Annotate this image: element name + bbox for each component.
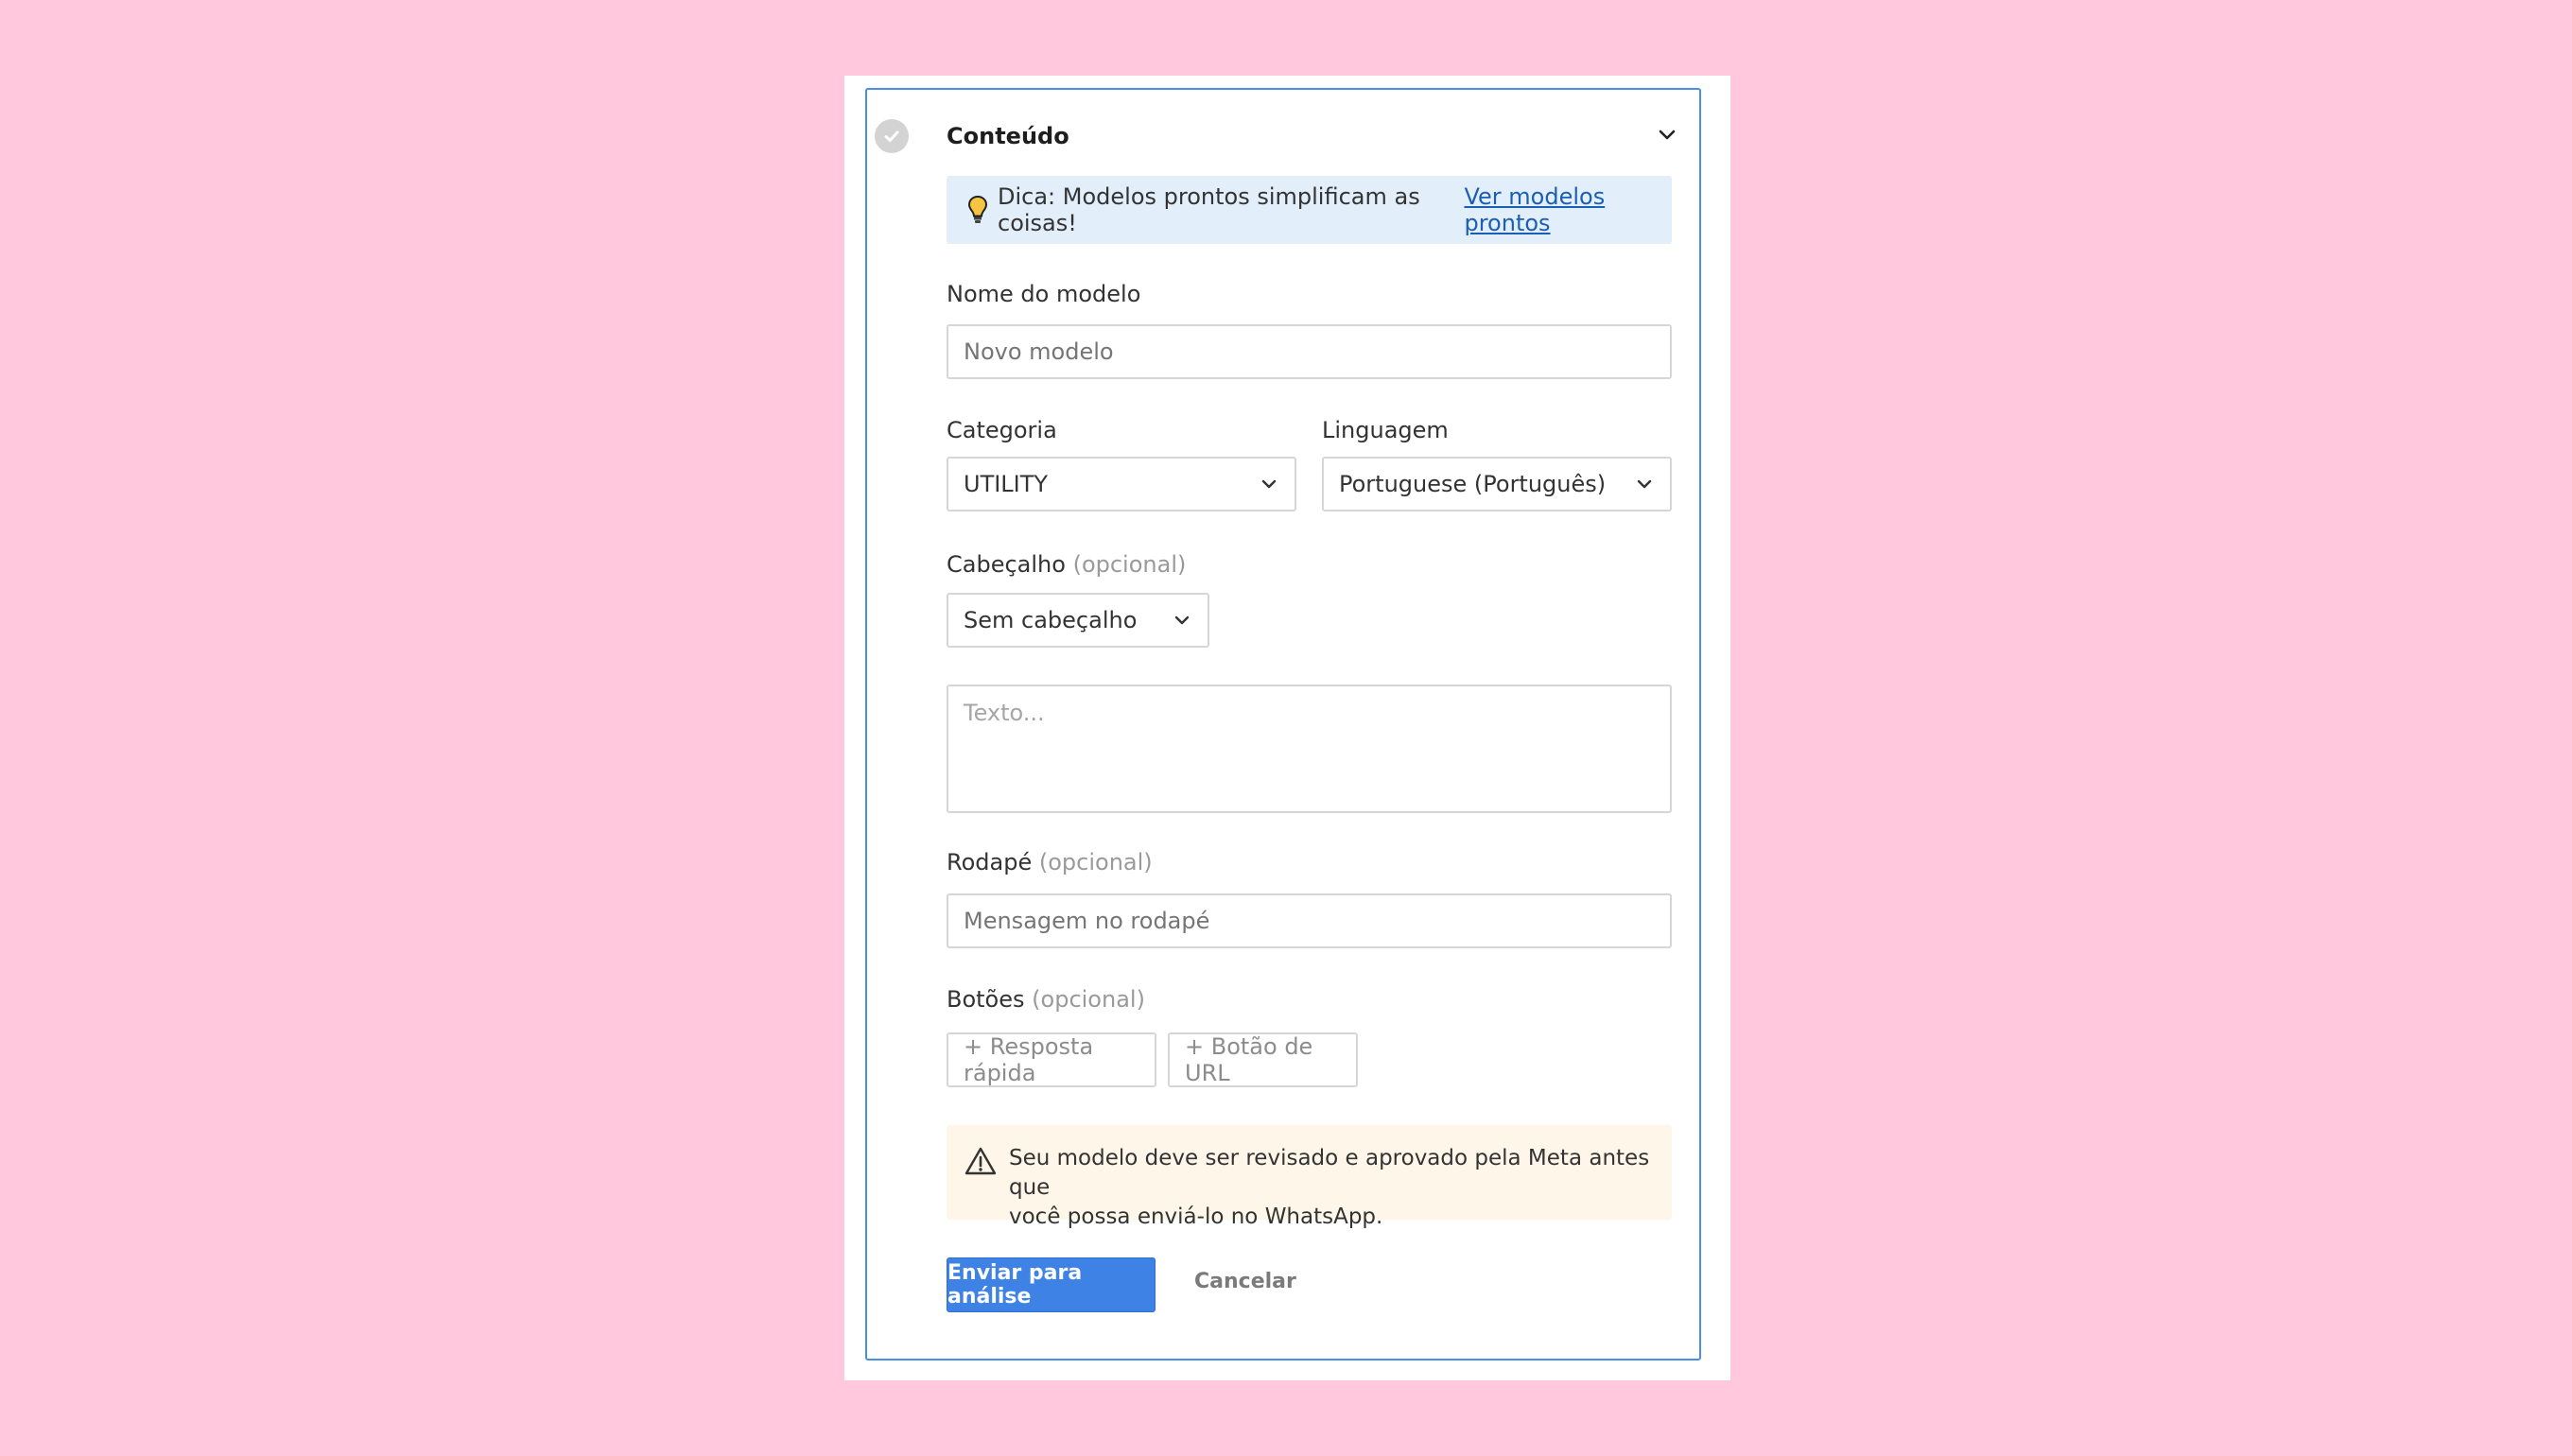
warning-line-1: Seu modelo deve ser revisado e aprovado … (1009, 1146, 1650, 1200)
lightbulb-icon (967, 195, 988, 225)
footer-optional: (opcional) (1038, 849, 1153, 875)
category-select[interactable]: UTILITY (947, 457, 1296, 511)
warning-triangle-icon (964, 1147, 997, 1175)
template-name-input[interactable] (947, 324, 1672, 379)
tip-banner: Dica: Modelos prontos simplificam as coi… (947, 176, 1672, 244)
chevron-down-icon (1261, 479, 1277, 489)
footer-label-text: Rodapé (947, 849, 1033, 875)
chevron-down-icon[interactable] (1653, 121, 1681, 149)
chevron-down-icon (1174, 615, 1190, 625)
header-optional: (opcional) (1072, 551, 1187, 578)
cancel-button[interactable]: Cancelar (1194, 1270, 1296, 1293)
category-value: UTILITY (964, 471, 1049, 497)
template-name-label: Nome do modelo (947, 281, 1141, 307)
category-label: Categoria (947, 417, 1057, 443)
add-url-button[interactable]: + Botão de URL (1168, 1032, 1358, 1087)
header-select[interactable]: Sem cabeçalho (947, 593, 1209, 648)
buttons-label-text: Botões (947, 986, 1025, 1013)
add-quick-reply-button[interactable]: + Resposta rápida (947, 1032, 1156, 1087)
buttons-label: Botões (opcional) (947, 985, 1145, 1014)
language-select[interactable]: Portuguese (Português) (1322, 457, 1672, 511)
header-label-text: Cabeçalho (947, 551, 1066, 578)
buttons-optional: (opcional) (1032, 986, 1145, 1013)
footer-input[interactable] (947, 893, 1672, 948)
header-label: Cabeçalho (opcional) (947, 550, 1186, 579)
warning-line-2: você possa enviá-lo no WhatsApp. (1009, 1205, 1383, 1229)
language-label: Linguagem (1322, 417, 1449, 443)
language-value: Portuguese (Português) (1339, 471, 1607, 497)
check-icon (875, 119, 909, 153)
approval-warning: Seu modelo deve ser revisado e aprovado … (947, 1125, 1672, 1229)
tip-text: Dica: Modelos prontos simplificam as coi… (998, 183, 1420, 236)
view-templates-link[interactable]: Ver modelos prontos (1464, 183, 1672, 236)
header-value: Sem cabeçalho (964, 607, 1138, 633)
warning-text: Seu modelo deve ser revisado e aprovado … (1009, 1144, 1655, 1232)
section-title: Conteúdo (947, 123, 1069, 149)
body-text-placeholder: Texto... (964, 700, 1045, 726)
footer-label: Rodapé (opcional) (947, 848, 1153, 876)
submit-for-review-button[interactable]: Enviar para análise (947, 1257, 1156, 1312)
body-text-area[interactable]: Texto... (947, 685, 1672, 813)
chevron-down-icon (1637, 479, 1652, 489)
